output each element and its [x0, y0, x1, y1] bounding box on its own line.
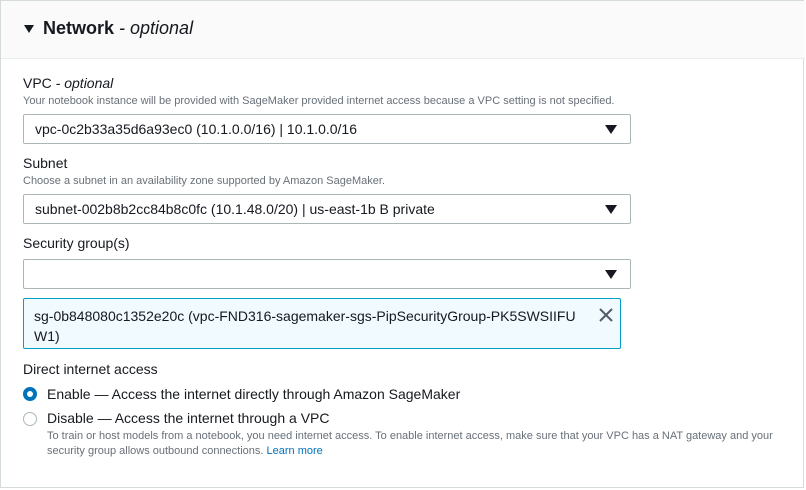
radio-dot	[27, 391, 33, 397]
internet-access-label: Direct internet access	[23, 361, 158, 377]
panel-title-text: Network	[43, 18, 115, 38]
dropdown-arrow-icon	[605, 125, 617, 134]
remove-token-icon[interactable]	[598, 307, 614, 323]
disable-description-text: To train or host models from a notebook,…	[47, 430, 773, 457]
learn-more-link[interactable]: Learn more	[267, 445, 323, 457]
caret-down-icon[interactable]	[24, 25, 34, 33]
enable-radio[interactable]	[23, 387, 37, 401]
subnet-label: Subnet	[23, 155, 68, 171]
disable-radio-description: To train or host models from a notebook,…	[47, 429, 787, 459]
disable-radio[interactable]	[23, 412, 37, 426]
dropdown-arrow-icon	[605, 205, 617, 214]
vpc-label-text: VPC	[23, 75, 52, 91]
vpc-select[interactable]: vpc-0c2b33a35d6a93ec0 (10.1.0.0/16) | 10…	[23, 114, 631, 144]
vpc-description: Your notebook instance will be provided …	[23, 95, 615, 107]
vpc-label: VPC - optional	[23, 75, 113, 91]
enable-radio-label[interactable]: Enable — Access the internet directly th…	[47, 386, 460, 402]
dropdown-arrow-icon	[605, 270, 617, 279]
security-group-token-text: sg-0b848080c1352e20c (vpc-FND316-sagemak…	[34, 308, 576, 344]
network-panel: Network - optional VPC - optional Your n…	[0, 0, 805, 488]
subnet-select[interactable]: subnet-002b8b2cc84b8c0fc (10.1.48.0/20) …	[23, 194, 631, 224]
vpc-label-optional: - optional	[51, 75, 114, 91]
subnet-select-value: subnet-002b8b2cc84b8c0fc (10.1.48.0/20) …	[35, 201, 435, 217]
subnet-description: Choose a subnet in an availability zone …	[23, 175, 386, 187]
vpc-select-value: vpc-0c2b33a35d6a93ec0 (10.1.0.0/16) | 10…	[35, 121, 357, 137]
panel-header[interactable]: Network - optional	[1, 1, 805, 59]
panel-title: Network - optional	[43, 18, 193, 39]
panel-title-optional: - optional	[114, 18, 194, 38]
disable-radio-label[interactable]: Disable — Access the internet through a …	[47, 410, 329, 426]
security-groups-select[interactable]	[23, 259, 631, 289]
security-group-token: sg-0b848080c1352e20c (vpc-FND316-sagemak…	[23, 298, 621, 349]
security-groups-label: Security group(s)	[23, 235, 130, 251]
